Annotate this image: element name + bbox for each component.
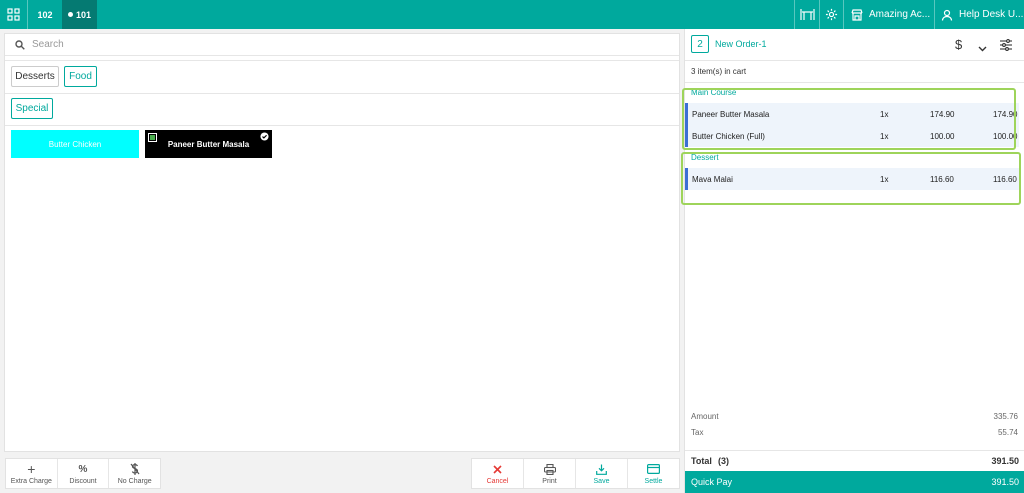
cart-count: 3 item(s) in cart [691, 67, 747, 76]
menu-item-label: Paneer Butter Masala [167, 139, 250, 149]
quick-pay-label: Quick Pay [691, 477, 733, 487]
category-label: Food [69, 71, 92, 82]
menu-item-butter-chicken[interactable]: Butter Chicken [11, 130, 139, 158]
search-input[interactable] [32, 39, 632, 50]
category-desserts[interactable]: Desserts [11, 66, 59, 87]
active-dot-icon [67, 12, 73, 17]
action-label: Settle [644, 477, 663, 485]
table-tab-102[interactable]: 102 [28, 0, 62, 29]
menu-item-paneer-butter-masala[interactable]: Paneer Butter Masala [145, 130, 272, 158]
currency-symbol: $ [955, 37, 963, 52]
settings-button[interactable] [819, 0, 843, 29]
gear-icon [825, 8, 838, 21]
subcategory-label: Special [15, 103, 49, 114]
total-value: 391.50 [991, 456, 1019, 466]
veg-icon [148, 133, 157, 142]
total-row: Total (3) 391.50 [685, 450, 1024, 470]
menu-panel: Desserts Food Special Butter Chicken Pan… [4, 33, 680, 452]
extra-charge-button[interactable]: + Extra Charge [6, 459, 58, 488]
store-icon [851, 8, 863, 21]
highlight-box-main-course [682, 88, 1016, 150]
quick-pay-button[interactable]: Quick Pay 391.50 [685, 471, 1024, 493]
table-tab-label: 102 [37, 9, 53, 20]
order-count-badge[interactable]: 2 [691, 35, 709, 53]
chevron-down-icon[interactable] [978, 39, 987, 57]
action-label: No Charge [117, 477, 152, 485]
category-food[interactable]: Food [64, 66, 97, 87]
order-panel: 2 New Order-1 $ 3 item(s) in cart Main C… [681, 29, 1024, 493]
close-icon [493, 463, 502, 476]
top-bar: 102 101 Amazing Ac... Help Desk U... [0, 0, 1024, 29]
divider [5, 60, 679, 61]
check-circle-icon [260, 132, 269, 141]
action-label: Discount [69, 477, 97, 485]
action-label: Save [593, 477, 610, 485]
charge-actions: + Extra Charge % Discount No Charge [5, 458, 161, 489]
order-count: 2 [697, 38, 703, 50]
plus-icon: + [27, 460, 36, 477]
settle-button[interactable]: Settle [628, 459, 679, 488]
cancel-button[interactable]: Cancel [472, 459, 524, 488]
table-tab-label: 101 [75, 9, 92, 20]
percent-icon: % [78, 463, 88, 475]
discount-button[interactable]: % Discount [58, 459, 110, 488]
divider [5, 93, 679, 94]
quick-pay-value: 391.50 [991, 477, 1019, 487]
menu-item-label: Butter Chicken [48, 139, 102, 149]
subcategory-special[interactable]: Special [11, 98, 53, 119]
app-grid-icon[interactable] [0, 0, 28, 29]
print-button[interactable]: Print [524, 459, 576, 488]
table-layout-button[interactable] [794, 0, 819, 29]
highlight-box-dessert [681, 152, 1021, 205]
download-icon [596, 463, 607, 476]
table-tab-101[interactable]: 101 [62, 0, 97, 29]
save-button[interactable]: Save [576, 459, 628, 488]
action-label: Print [542, 477, 557, 485]
outlet-name: Amazing Ac... [869, 9, 931, 20]
no-charge-icon [130, 463, 140, 476]
category-label: Desserts [15, 71, 55, 82]
search-icon [15, 39, 25, 50]
amount-label: Amount [691, 412, 719, 421]
card-icon [647, 463, 660, 476]
amount-value: 335.76 [993, 412, 1018, 421]
no-charge-button[interactable]: No Charge [109, 459, 160, 488]
user-menu[interactable]: Help Desk U... [934, 0, 1024, 29]
action-label: Extra Charge [10, 477, 52, 485]
order-name[interactable]: New Order-1 [715, 39, 767, 49]
order-actions: Cancel Print Save Settle [471, 458, 680, 489]
user-name: Help Desk U... [959, 9, 1024, 20]
tax-label: Tax [691, 428, 704, 437]
divider [5, 125, 679, 126]
outlet-menu[interactable]: Amazing Ac... [843, 0, 934, 29]
divider [685, 82, 1024, 83]
sliders-icon[interactable] [1000, 38, 1012, 56]
action-label: Cancel [486, 477, 509, 485]
currency-button[interactable]: $ [955, 37, 962, 52]
search-bar [5, 34, 679, 56]
total-label: Total [691, 456, 712, 466]
printer-icon [543, 463, 556, 476]
tax-value: 55.74 [997, 428, 1018, 437]
total-count: (3) [718, 456, 729, 466]
user-icon [941, 9, 953, 21]
table-icon [799, 9, 815, 20]
order-header: 2 New Order-1 $ [685, 29, 1024, 61]
